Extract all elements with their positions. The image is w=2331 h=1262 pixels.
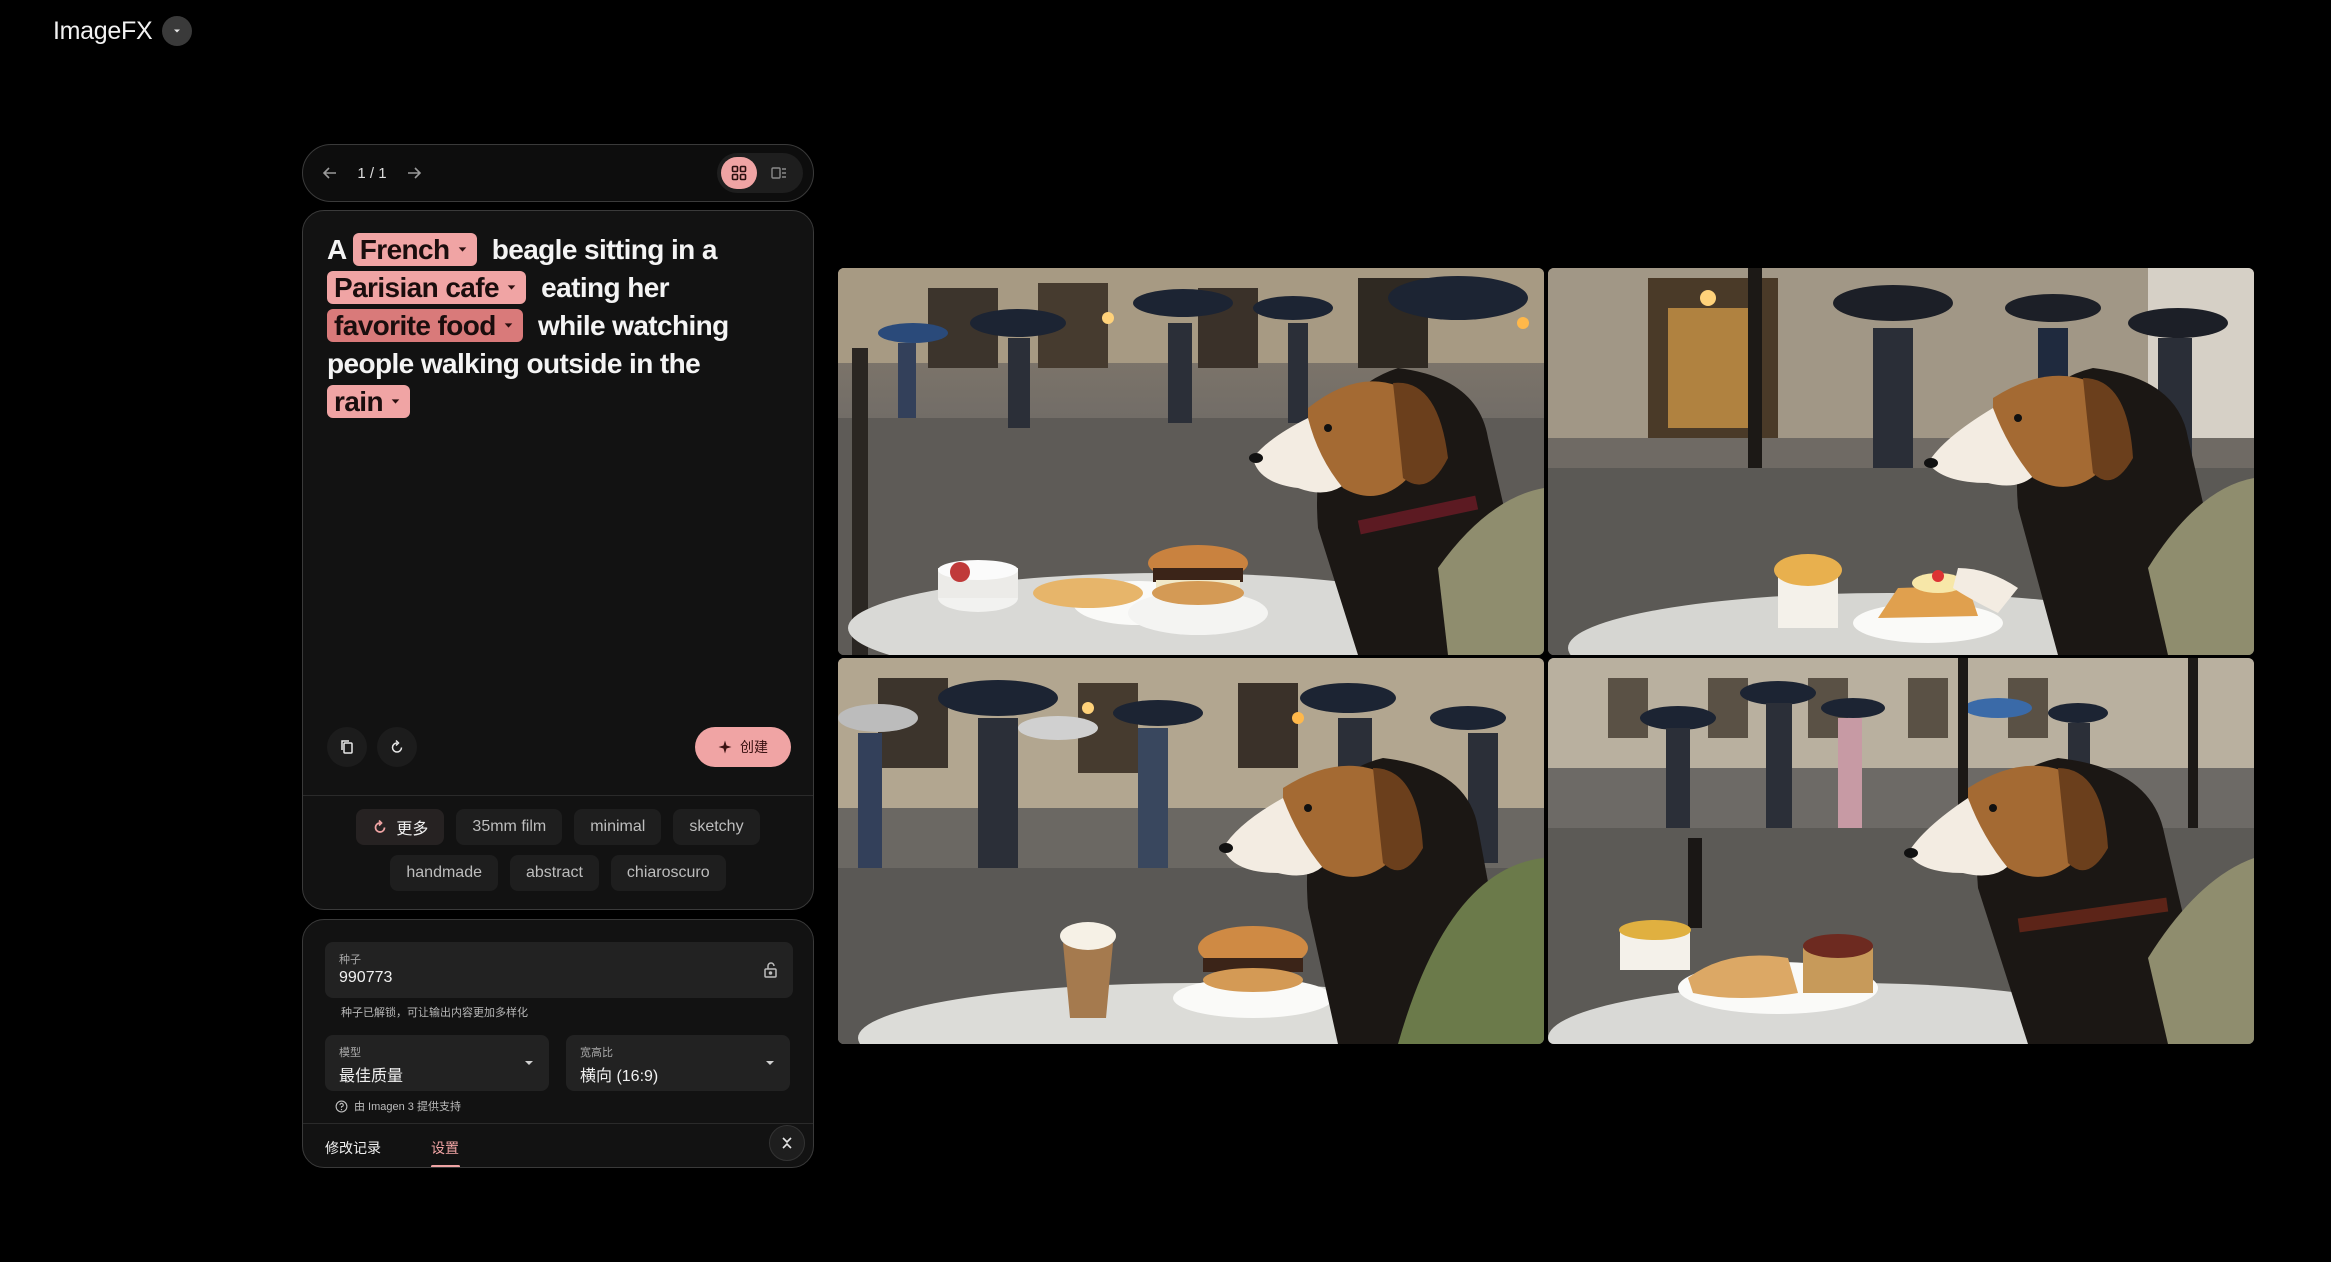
more-styles-label: 更多 <box>396 821 429 838</box>
more-styles-button[interactable]: 更多 <box>356 809 445 845</box>
seed-field[interactable]: 种子 990773 <box>325 942 793 998</box>
model-select[interactable]: 模型 最佳质量 <box>325 1035 549 1091</box>
create-button-label: 创建 <box>740 739 768 755</box>
previous-button[interactable] <box>313 156 347 190</box>
divider <box>303 795 813 796</box>
prompt-text-segment: eating her <box>541 272 669 303</box>
generated-image-4[interactable] <box>1548 658 2254 1044</box>
prompt-editor[interactable]: A French beagle sitting in a Parisian ca… <box>327 231 797 421</box>
chip-label: Parisian cafe <box>334 272 500 303</box>
tab-settings[interactable]: 设置 <box>431 1138 459 1158</box>
copy-prompt-button[interactable] <box>327 727 367 767</box>
seed-label: 种子 <box>339 954 361 966</box>
generated-image-2[interactable] <box>1548 268 2254 655</box>
chevron-down-icon <box>504 323 513 328</box>
chip-label: rain <box>334 386 384 417</box>
app-header: ImageFX <box>53 14 193 48</box>
prompt-text-segment: beagle sitting in a <box>491 234 718 265</box>
generated-image-picture <box>838 268 1544 655</box>
prompt-chip-rain[interactable]: rain <box>327 385 410 418</box>
prompt-chip-favorite-food[interactable]: favorite food <box>327 309 523 342</box>
list-view-button[interactable] <box>761 157 797 189</box>
style-chip[interactable]: minimal <box>574 809 662 845</box>
app-menu-button[interactable] <box>162 16 193 46</box>
seed-lock-button[interactable] <box>759 958 783 982</box>
model-value: 最佳质量 <box>339 1068 404 1085</box>
chip-label: French <box>359 234 450 265</box>
tab-history[interactable]: 修改记录 <box>325 1138 381 1158</box>
reset-icon <box>391 739 403 753</box>
chip-label: favorite food <box>334 310 496 341</box>
image-gallery <box>838 268 2255 1044</box>
prompt-text-segment: A <box>327 234 346 265</box>
prompt-tools <box>327 727 417 767</box>
generated-image-3[interactable] <box>838 658 1544 1044</box>
powered-by-text: 由 Imagen 3 提供支持 <box>354 1101 461 1113</box>
chevron-down-icon <box>507 285 516 290</box>
style-chip[interactable]: sketchy <box>673 809 760 845</box>
chevron-down-icon <box>525 1061 533 1065</box>
page-counter: 1 / 1 <box>357 164 387 182</box>
style-chip[interactable]: chiaroscuro <box>610 855 726 891</box>
powered-by-note: 由 Imagen 3 提供支持 <box>335 1098 461 1114</box>
model-label: 模型 <box>339 1047 361 1059</box>
chevron-down-icon <box>766 1061 774 1065</box>
arrow-left-icon <box>322 167 336 179</box>
prompt-chip-french[interactable]: French <box>352 233 477 266</box>
grid-view-button[interactable] <box>721 157 757 189</box>
generated-image-1[interactable] <box>838 268 1544 655</box>
prompt-card: A French beagle sitting in a Parisian ca… <box>302 210 814 910</box>
result-pager: 1 / 1 <box>302 144 814 202</box>
aspect-ratio-value: 横向 (16:9) <box>580 1068 659 1085</box>
generated-image-picture <box>1548 268 2254 655</box>
copy-icon <box>341 740 353 754</box>
prompt-chip-parisian-cafe[interactable]: Parisian cafe <box>327 271 526 304</box>
style-chip[interactable]: handmade <box>390 855 498 891</box>
collapse-panel-button[interactable] <box>769 1125 805 1161</box>
collapse-icon <box>782 1137 792 1149</box>
app-title: ImageFX <box>53 16 153 45</box>
create-button[interactable]: 创建 <box>695 727 791 767</box>
seed-hint: 种子已解锁，可让输出内容更加多样化 <box>341 1007 528 1019</box>
style-chip[interactable]: abstract <box>510 855 599 891</box>
info-icon <box>335 1100 348 1112</box>
chevron-down-icon <box>174 29 181 33</box>
aspect-ratio-select[interactable]: 宽高比 横向 (16:9) <box>566 1035 790 1091</box>
seed-value: 990773 <box>339 969 393 986</box>
next-button[interactable] <box>397 156 431 190</box>
settings-card: 种子 990773 种子已解锁，可让输出内容更加多样化 模型 最佳质量 宽高比 … <box>302 919 814 1168</box>
generated-image-picture <box>1548 658 2254 1044</box>
divider <box>303 1123 813 1124</box>
aspect-ratio-label: 宽高比 <box>580 1047 613 1059</box>
chevron-down-icon <box>391 399 400 404</box>
active-tab-indicator <box>431 1165 460 1167</box>
chevron-down-icon <box>458 247 466 252</box>
reset-prompt-button[interactable] <box>377 727 417 767</box>
grid-view-icon <box>731 165 747 181</box>
sparkle-icon <box>718 740 732 754</box>
view-toggle <box>717 153 803 193</box>
style-chip[interactable]: 35mm film <box>456 809 563 845</box>
unlock-icon <box>764 962 777 978</box>
style-suggestions: 更多 35mm film minimal sketchy handmade ab… <box>303 809 813 891</box>
arrow-right-icon <box>408 167 422 179</box>
generated-image-picture <box>838 658 1544 1044</box>
list-view-icon <box>771 167 786 179</box>
refresh-icon <box>375 819 386 833</box>
